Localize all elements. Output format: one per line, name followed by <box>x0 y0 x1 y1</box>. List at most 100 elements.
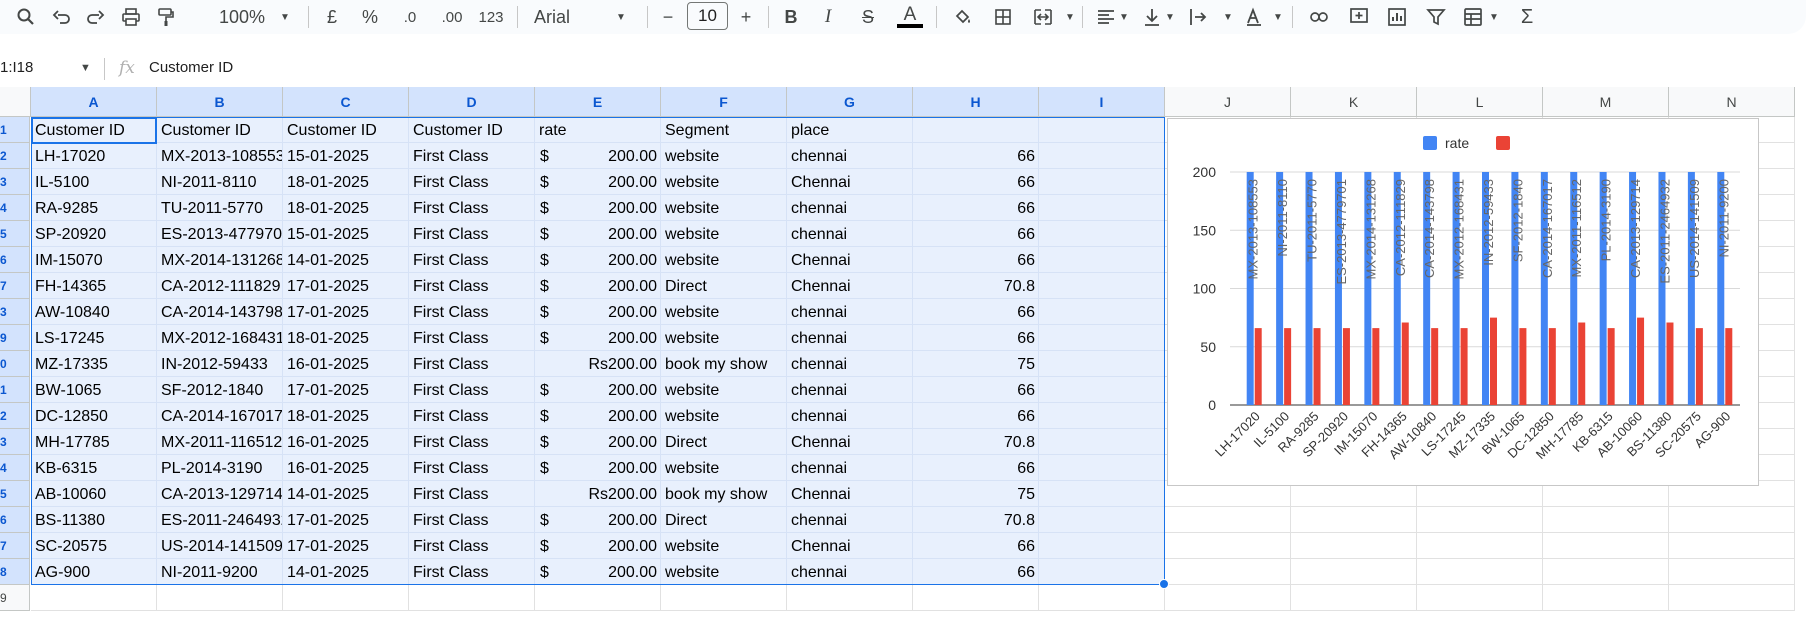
fill-color-icon[interactable] <box>950 3 976 31</box>
cell-e3[interactable]: $200.00 <box>535 169 661 195</box>
cell-i14[interactable] <box>1039 455 1165 481</box>
cell-b19[interactable] <box>157 585 283 611</box>
cell-b2[interactable]: MX-2013-108553 <box>157 143 283 169</box>
cell-a19[interactable] <box>31 585 157 611</box>
cell-k16[interactable] <box>1291 507 1417 533</box>
column-header-m[interactable]: M <box>1543 87 1669 117</box>
cell-f9[interactable]: website <box>661 325 787 351</box>
cell-c13[interactable]: 16-01-2025 <box>283 429 409 455</box>
cell-h1[interactable] <box>913 117 1039 143</box>
row-header-3[interactable]: 3 <box>0 169 30 195</box>
cell-b7[interactable]: CA-2012-111829 <box>157 273 283 299</box>
undo-icon[interactable] <box>50 3 74 31</box>
cell-a17[interactable]: SC-20575 <box>31 533 157 559</box>
cell-d6[interactable]: First Class <box>409 247 535 273</box>
cell-b17[interactable]: US-2014-141509 <box>157 533 283 559</box>
cell-a16[interactable]: BS-11380 <box>31 507 157 533</box>
cell-c5[interactable]: 15-01-2025 <box>283 221 409 247</box>
cell-i3[interactable] <box>1039 169 1165 195</box>
row-header-19[interactable]: 9 <box>0 585 30 611</box>
cell-d15[interactable]: First Class <box>409 481 535 507</box>
cell-f17[interactable]: website <box>661 533 787 559</box>
cell-a11[interactable]: BW-1065 <box>31 377 157 403</box>
cell-g5[interactable]: chennai <box>787 221 913 247</box>
row-header-2[interactable]: 2 <box>0 143 30 169</box>
cell-h16[interactable]: 70.8 <box>913 507 1039 533</box>
cell-h8[interactable]: 66 <box>913 299 1039 325</box>
cell-b4[interactable]: TU-2011-5770 <box>157 195 283 221</box>
select-all-corner[interactable] <box>0 87 31 117</box>
horizontal-align-icon[interactable] <box>1094 3 1118 31</box>
cell-e4[interactable]: $200.00 <box>535 195 661 221</box>
column-header-b[interactable]: B <box>157 87 283 117</box>
cell-e8[interactable]: $200.00 <box>535 299 661 325</box>
cell-f4[interactable]: website <box>661 195 787 221</box>
cell-b8[interactable]: CA-2014-143798 <box>157 299 283 325</box>
row-header-16[interactable]: 6 <box>0 507 30 533</box>
cell-i5[interactable] <box>1039 221 1165 247</box>
column-header-e[interactable]: E <box>535 87 661 117</box>
cell-l16[interactable] <box>1417 507 1543 533</box>
column-header-g[interactable]: G <box>787 87 913 117</box>
cell-g19[interactable] <box>787 585 913 611</box>
cell-g4[interactable]: chennai <box>787 195 913 221</box>
row-header-18[interactable]: 8 <box>0 559 30 585</box>
name-box-chevron-down-icon[interactable]: ▼ <box>80 62 91 74</box>
cell-f15[interactable]: book my show <box>661 481 787 507</box>
cell-j17[interactable] <box>1165 533 1291 559</box>
cell-a5[interactable]: SP-20920 <box>31 221 157 247</box>
cell-d10[interactable]: First Class <box>409 351 535 377</box>
cell-c2[interactable]: 15-01-2025 <box>283 143 409 169</box>
cell-i8[interactable] <box>1039 299 1165 325</box>
fill-handle[interactable] <box>1159 579 1169 589</box>
cell-m17[interactable] <box>1543 533 1669 559</box>
cell-e19[interactable] <box>535 585 661 611</box>
currency-button[interactable]: £ <box>322 3 342 31</box>
embedded-chart[interactable]: rate 0 50 100 150 200 MX-2013-108553 LH-17020 NI… <box>1167 118 1759 486</box>
cell-f1[interactable]: Segment <box>661 117 787 143</box>
cell-i11[interactable] <box>1039 377 1165 403</box>
cell-g14[interactable]: chennai <box>787 455 913 481</box>
cell-h6[interactable]: 66 <box>913 247 1039 273</box>
cell-n16[interactable] <box>1669 507 1795 533</box>
row-header-9[interactable]: 9 <box>0 325 30 351</box>
cell-f14[interactable]: website <box>661 455 787 481</box>
cell-c19[interactable] <box>283 585 409 611</box>
print-icon[interactable] <box>118 3 144 31</box>
cell-g1[interactable]: place <box>787 117 913 143</box>
row-header-17[interactable]: 7 <box>0 533 30 559</box>
cell-e16[interactable]: $200.00 <box>535 507 661 533</box>
insert-link-icon[interactable] <box>1306 3 1332 31</box>
cell-a6[interactable]: IM-15070 <box>31 247 157 273</box>
cell-d8[interactable]: First Class <box>409 299 535 325</box>
cell-c14[interactable]: 16-01-2025 <box>283 455 409 481</box>
font-family-select[interactable]: Arial <box>534 3 594 31</box>
cell-h13[interactable]: 70.8 <box>913 429 1039 455</box>
more-formats-button[interactable]: 123 <box>476 3 506 31</box>
cell-e14[interactable]: $200.00 <box>535 455 661 481</box>
cell-c6[interactable]: 14-01-2025 <box>283 247 409 273</box>
cell-j18[interactable] <box>1165 559 1291 585</box>
cell-k19[interactable] <box>1291 585 1417 611</box>
cell-f18[interactable]: website <box>661 559 787 585</box>
cell-n19[interactable] <box>1669 585 1795 611</box>
cell-g12[interactable]: chennai <box>787 403 913 429</box>
cell-g9[interactable]: chennai <box>787 325 913 351</box>
cell-b12[interactable]: CA-2014-167017 <box>157 403 283 429</box>
cell-c17[interactable]: 17-01-2025 <box>283 533 409 559</box>
column-header-l[interactable]: L <box>1417 87 1543 117</box>
cell-l19[interactable] <box>1417 585 1543 611</box>
cell-b1[interactable]: Customer ID <box>157 117 283 143</box>
increase-decimal-button[interactable]: .00 <box>436 3 468 31</box>
cell-a15[interactable]: AB-10060 <box>31 481 157 507</box>
cell-g15[interactable]: Chennai <box>787 481 913 507</box>
cell-g2[interactable]: chennai <box>787 143 913 169</box>
cell-i13[interactable] <box>1039 429 1165 455</box>
cell-f13[interactable]: Direct <box>661 429 787 455</box>
cell-d9[interactable]: First Class <box>409 325 535 351</box>
cell-g3[interactable]: Chennai <box>787 169 913 195</box>
percent-button[interactable]: % <box>360 3 380 31</box>
cell-i15[interactable] <box>1039 481 1165 507</box>
cell-f8[interactable]: website <box>661 299 787 325</box>
cell-c12[interactable]: 18-01-2025 <box>283 403 409 429</box>
